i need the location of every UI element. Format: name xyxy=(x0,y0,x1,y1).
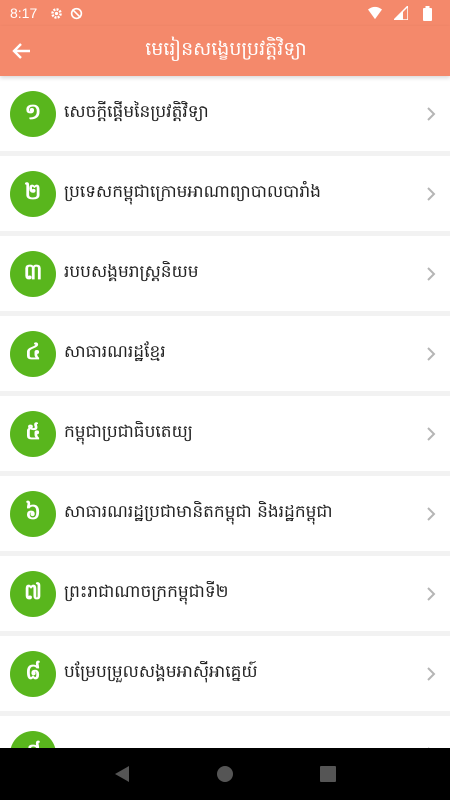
lesson-title: របបសង្គមរាស្ត្រនិយម xyxy=(64,262,199,282)
lesson-number-badge: ៦ xyxy=(10,490,56,537)
arrow-left-icon[interactable] xyxy=(2,26,42,76)
chevron-right-icon xyxy=(424,584,438,604)
lesson-title: សាធារណរដ្ឋប្រជាមានិតកម្ពុជា និងរដ្ឋកម្ពុ… xyxy=(64,502,333,522)
lesson-title: សាធារណរដ្ឋខ្មែរ xyxy=(64,342,166,362)
lesson-number-badge: ៩ xyxy=(10,730,56,748)
chevron-right-icon xyxy=(424,184,438,204)
chevron-right-icon xyxy=(424,424,438,444)
chevron-right-icon xyxy=(424,104,438,124)
lesson-number-badge: ៣ xyxy=(10,250,56,297)
chevron-right-icon xyxy=(424,344,438,364)
signal-icon xyxy=(394,6,408,20)
lesson-number-badge: ១ xyxy=(10,90,56,137)
lesson-title: ព្រះរាជាណាចក្រកម្ពុជាទី២ xyxy=(64,582,229,602)
lesson-number-badge: ៥ xyxy=(10,410,56,457)
lesson-title: កម្ពុជាប្រជាធិបតេយ្យ xyxy=(64,422,193,442)
list-item[interactable]: ៤ សាធារណរដ្ឋខ្មែរ xyxy=(0,316,450,391)
lesson-number-badge: ៤ xyxy=(10,330,56,377)
system-nav-bar xyxy=(0,748,450,800)
lesson-number-badge: ២ xyxy=(10,170,56,217)
list-item[interactable]: ៧ ព្រះរាជាណាចក្រកម្ពុជាទី២ xyxy=(0,556,450,631)
status-bar: 8:17 xyxy=(0,0,450,26)
list-item[interactable]: ២ ប្រទេសកម្ពុជាក្រោមអាណាព្យាបាលបារាំង xyxy=(0,156,450,231)
battery-icon xyxy=(420,5,434,21)
lesson-title: ប្រទេសកម្ពុជាក្រោមអាណាព្យាបាលបារាំង xyxy=(64,182,321,202)
home-circle-icon[interactable] xyxy=(213,762,237,786)
lesson-number-badge: ៧ xyxy=(10,570,56,617)
chevron-right-icon xyxy=(424,504,438,524)
lesson-list: ១ សេចក្ដីផ្ដើមនៃប្រវត្តិវិទ្យា ២ ប្រទេសក… xyxy=(0,76,450,748)
list-item[interactable]: ៥ កម្ពុជាប្រជាធិបតេយ្យ xyxy=(0,396,450,471)
gear-icon xyxy=(49,6,63,20)
chevron-right-icon xyxy=(424,264,438,284)
list-item[interactable]: ៦ សាធារណរដ្ឋប្រជាមានិតកម្ពុជា និងរដ្ឋកម្… xyxy=(0,476,450,551)
back-triangle-icon[interactable] xyxy=(110,762,134,786)
list-item[interactable]: ៩ xyxy=(0,716,450,748)
list-item[interactable]: ៣ របបសង្គមរាស្ត្រនិយម xyxy=(0,236,450,311)
recents-square-icon[interactable] xyxy=(316,762,340,786)
chevron-right-icon xyxy=(424,664,438,684)
list-item[interactable]: ១ សេចក្ដីផ្ដើមនៃប្រវត្តិវិទ្យា xyxy=(0,76,450,151)
lesson-title: សេចក្ដីផ្ដើមនៃប្រវត្តិវិទ្យា xyxy=(64,102,209,122)
status-time: 8:17 xyxy=(10,5,38,21)
lesson-number-badge: ៨ xyxy=(10,650,56,697)
wifi-icon xyxy=(368,6,382,20)
page-title: មេរៀនសង្ខេបប្រវត្តិវិទ្យា xyxy=(145,38,307,60)
list-item[interactable]: ៨ បម្រែបម្រួលសង្គមអាស៊ីអាគ្នេយ៍ xyxy=(0,636,450,711)
app-bar: មេរៀនសង្ខេបប្រវត្តិវិទ្យា xyxy=(0,26,450,76)
sync-off-icon xyxy=(69,6,83,20)
lesson-title: បម្រែបម្រួលសង្គមអាស៊ីអាគ្នេយ៍ xyxy=(64,662,258,682)
